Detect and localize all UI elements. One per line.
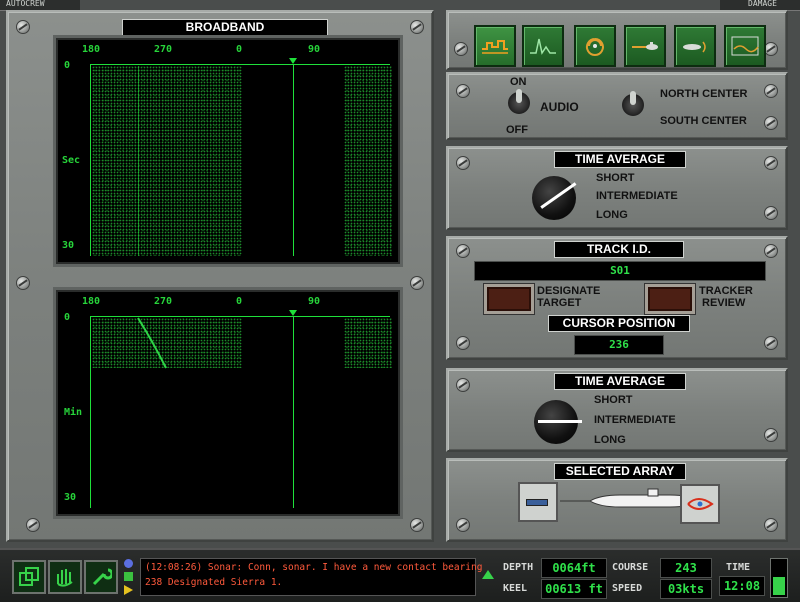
knob-pointer bbox=[538, 420, 582, 423]
time-average-knob-1[interactable] bbox=[532, 176, 577, 220]
selected-array-title: SELECTED ARRAY bbox=[554, 463, 686, 480]
time-axis bbox=[90, 64, 91, 256]
message-filter-green[interactable] bbox=[124, 572, 133, 581]
knob-pointer bbox=[540, 182, 577, 209]
message-line-1: (12:08:26) Sonar: Conn, sonar. I have a … bbox=[145, 562, 483, 573]
south-center-label: SOUTH CENTER bbox=[660, 115, 747, 127]
narrowband-mode-button[interactable] bbox=[522, 25, 564, 67]
broadband-noise-left bbox=[92, 66, 242, 256]
cursor-position-display: 236 bbox=[574, 335, 664, 355]
towed-array-mode-button[interactable] bbox=[624, 25, 666, 67]
demon-mode-button[interactable] bbox=[574, 25, 616, 67]
message-filter-blue[interactable] bbox=[124, 559, 133, 568]
message-scroll-up-icon[interactable] bbox=[482, 570, 494, 579]
hand-icon bbox=[57, 569, 73, 587]
damage-tab-label: DAMAGE bbox=[748, 0, 777, 8]
cursor-marker-icon bbox=[289, 310, 297, 316]
course-label: COURSE bbox=[612, 562, 649, 573]
keel-display: 00613 ft bbox=[541, 579, 607, 599]
bow-array-button[interactable] bbox=[680, 484, 720, 524]
speed-label: SPEED bbox=[612, 583, 643, 594]
tracker-label-1: TRACKER bbox=[699, 285, 753, 297]
message-filter-yellow[interactable] bbox=[124, 585, 133, 595]
demon-mode-icon bbox=[586, 38, 604, 56]
time-compression-gauge[interactable] bbox=[770, 558, 788, 598]
y-label-top: 0 bbox=[64, 60, 71, 71]
time-display: 12:08 bbox=[719, 576, 765, 596]
designate-target-button[interactable] bbox=[484, 284, 534, 314]
repair-tools-button[interactable] bbox=[84, 560, 118, 594]
time-average-title-1: TIME AVERAGE bbox=[554, 151, 686, 168]
cursor-marker-icon bbox=[289, 58, 297, 64]
broadband-mode-button[interactable] bbox=[474, 25, 516, 67]
long-option-1[interactable]: LONG bbox=[596, 209, 628, 221]
windows-icon bbox=[19, 567, 39, 586]
contact-trace bbox=[137, 317, 167, 369]
active-sonar-mode-icon bbox=[683, 41, 706, 53]
bearing-trace bbox=[138, 66, 139, 256]
bearing-tick-90: 90 bbox=[308, 44, 321, 55]
upper-waterfall-display[interactable]: 180 270 0 90 0 Sec 30 bbox=[56, 38, 400, 264]
time-average-knob-2[interactable] bbox=[534, 400, 582, 444]
course-display[interactable]: 243 bbox=[660, 558, 712, 578]
track-id-title: TRACK I.D. bbox=[554, 241, 684, 258]
bearing-axis bbox=[90, 64, 390, 65]
short-option-2[interactable]: SHORT bbox=[594, 394, 633, 406]
lower-waterfall-display[interactable]: 180 270 0 90 0 Min 30 bbox=[56, 290, 400, 516]
hand-command-button[interactable] bbox=[48, 560, 82, 594]
towed-array-button[interactable] bbox=[518, 482, 558, 522]
status-bar: (12:08:26) Sonar: Conn, sonar. I have a … bbox=[0, 548, 800, 602]
audio-panel bbox=[446, 72, 788, 140]
broadband-noise-right bbox=[344, 66, 392, 256]
designate-label-2: TARGET bbox=[537, 297, 582, 309]
message-log: (12:08:26) Sonar: Conn, sonar. I have a … bbox=[140, 558, 482, 596]
audio-label: AUDIO bbox=[540, 100, 579, 114]
y-label-bottom: 30 bbox=[62, 240, 75, 251]
short-option-1[interactable]: SHORT bbox=[596, 172, 635, 184]
long-option-2[interactable]: LONG bbox=[594, 434, 626, 446]
y-label-mid: Sec bbox=[62, 155, 81, 166]
audio-on-label: ON bbox=[510, 76, 527, 88]
towed-array-mode-icon bbox=[632, 42, 658, 50]
speed-display[interactable]: 03kts bbox=[660, 579, 712, 599]
cursor-position-title: CURSOR POSITION bbox=[548, 315, 690, 332]
tracker-label-2: REVIEW bbox=[702, 297, 746, 309]
depth-display: 0064ft bbox=[541, 558, 607, 578]
time-average-title-2: TIME AVERAGE bbox=[554, 373, 686, 390]
tracker-review-button[interactable] bbox=[645, 284, 695, 314]
track-id-display: S01 bbox=[474, 261, 766, 281]
intermediate-option-1[interactable]: INTERMEDIATE bbox=[596, 190, 678, 202]
bearing-cursor[interactable] bbox=[293, 64, 294, 256]
center-toggle-switch[interactable] bbox=[622, 91, 644, 116]
keel-label: KEEL bbox=[503, 583, 528, 594]
audio-off-label: OFF bbox=[506, 124, 528, 136]
bearing-tick-180: 180 bbox=[82, 44, 101, 55]
wrench-icon bbox=[92, 568, 112, 586]
designate-label-1: DESIGNATE bbox=[537, 285, 601, 297]
depth-label: DEPTH bbox=[503, 562, 534, 573]
north-center-label: NORTH CENTER bbox=[660, 88, 748, 100]
time-label: TIME bbox=[726, 562, 751, 573]
broadband-title: BROADBAND bbox=[122, 19, 328, 36]
waterfall-mode-button[interactable] bbox=[724, 25, 766, 67]
bearing-tick-0: 0 bbox=[236, 44, 243, 55]
towed-array-icon bbox=[526, 499, 548, 506]
audio-toggle-switch[interactable] bbox=[508, 89, 530, 114]
bearing-cursor[interactable] bbox=[293, 316, 294, 508]
autocrew-tab-label: AUTOCREW bbox=[6, 0, 45, 8]
bow-array-icon bbox=[687, 498, 714, 510]
broadband-mode-icon bbox=[482, 40, 508, 54]
message-line-2: 238 Designated Sierra 1. bbox=[145, 577, 283, 588]
mode-buttons-panel bbox=[446, 10, 788, 70]
station-switch-button[interactable] bbox=[12, 560, 46, 594]
waterfall-mode-icon bbox=[731, 36, 759, 56]
intermediate-option-2[interactable]: INTERMEDIATE bbox=[594, 414, 676, 426]
active-sonar-mode-button[interactable] bbox=[674, 25, 716, 67]
bearing-tick-270: 270 bbox=[154, 44, 173, 55]
narrowband-mode-icon bbox=[530, 38, 556, 55]
